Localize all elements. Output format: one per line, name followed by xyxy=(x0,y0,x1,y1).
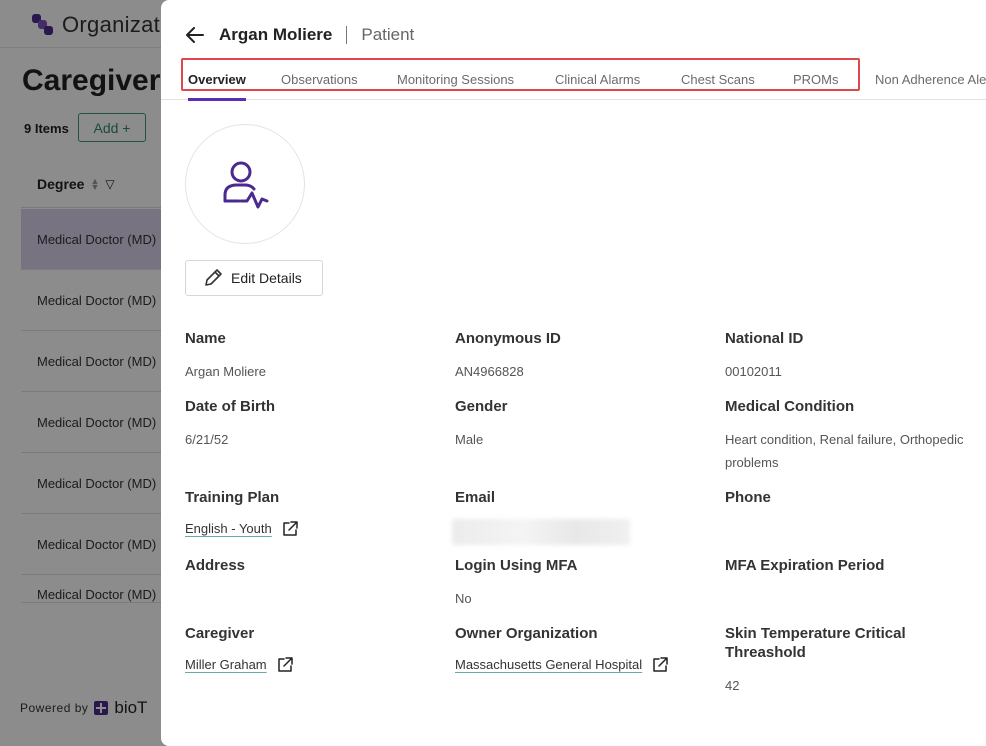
caregiver-link[interactable]: Miller Graham xyxy=(185,655,267,674)
field-training-plan: Training Plan English - Youth xyxy=(185,488,445,538)
patient-drawer: Argan Moliere Patient Overview Observati… xyxy=(161,0,986,746)
edit-details-button[interactable]: Edit Details xyxy=(185,260,323,296)
field-link: English - Youth xyxy=(185,519,445,538)
field-value: No xyxy=(455,591,472,606)
tab-overview[interactable]: Overview xyxy=(188,58,246,101)
tab-bar: Overview Observations Monitoring Session… xyxy=(161,58,986,101)
tab-proms[interactable]: PROMs xyxy=(793,58,839,100)
field-link: Massachusetts General Hospital xyxy=(455,655,715,674)
field-phone: Phone xyxy=(725,488,985,507)
field-value: Heart condition, Renal failure, Orthoped… xyxy=(725,432,964,470)
field-label: Login Using MFA xyxy=(455,557,578,574)
field-address: Address xyxy=(185,556,445,575)
field-label: Gender xyxy=(455,398,508,415)
field-label: Caregiver xyxy=(185,625,255,642)
field-value: AN4966828 xyxy=(455,364,524,379)
external-link-icon[interactable] xyxy=(277,656,293,673)
field-value: Male xyxy=(455,432,484,447)
field-label: Address xyxy=(185,557,246,574)
field-gender: Gender Male xyxy=(455,397,715,451)
header-divider xyxy=(346,26,348,44)
field-owner-organization: Owner Organization Massachusetts General… xyxy=(455,624,715,674)
patient-name: Argan Moliere xyxy=(219,25,333,44)
tab-clinical-alarms[interactable]: Clinical Alarms xyxy=(555,58,640,100)
owner-organization-link[interactable]: Massachusetts General Hospital xyxy=(455,655,642,674)
field-label: Date of Birth xyxy=(185,398,275,415)
field-value: 6/21/52 xyxy=(185,432,229,447)
field-label: MFA Expiration Period xyxy=(725,557,885,574)
field-mfa-expiration: MFA Expiration Period xyxy=(725,556,985,575)
field-link: Miller Graham xyxy=(185,655,445,674)
field-skin-temp-threshold: Skin Temperature Critical Threashold 42 xyxy=(725,624,965,697)
pencil-icon xyxy=(205,269,222,286)
field-value: Argan Moliere xyxy=(185,364,266,379)
field-name: Name Argan Moliere xyxy=(185,329,445,383)
field-label: Skin Temperature Critical Threashold xyxy=(725,625,906,661)
patient-monitor-icon xyxy=(223,161,269,209)
field-national-id: National ID 00102011 xyxy=(725,329,985,383)
field-login-mfa: Login Using MFA No xyxy=(455,556,715,610)
field-value: 00102011 xyxy=(725,364,782,379)
patient-avatar xyxy=(185,124,305,244)
external-link-icon[interactable] xyxy=(652,656,668,673)
entity-type: Patient xyxy=(361,25,415,44)
field-label: Email xyxy=(455,489,496,506)
field-caregiver: Caregiver Miller Graham xyxy=(185,624,445,674)
external-link-icon[interactable] xyxy=(282,520,298,537)
field-label: Owner Organization xyxy=(455,625,598,642)
field-label: Phone xyxy=(725,489,771,506)
field-label: Name xyxy=(185,330,226,347)
field-label: National ID xyxy=(725,330,804,347)
email-redacted-value xyxy=(452,519,630,545)
tab-non-adherence-alerts[interactable]: Non Adherence Ale xyxy=(875,58,986,100)
field-date-of-birth: Date of Birth 6/21/52 xyxy=(185,397,445,451)
back-arrow-icon[interactable] xyxy=(185,25,205,45)
field-value: 42 xyxy=(725,678,740,693)
field-anonymous-id: Anonymous ID AN4966828 xyxy=(455,329,715,383)
field-label: Medical Condition xyxy=(725,398,855,415)
edit-details-label: Edit Details xyxy=(231,270,302,286)
field-email: Email xyxy=(452,488,715,545)
tab-monitoring-sessions[interactable]: Monitoring Sessions xyxy=(397,58,514,100)
tab-chest-scans[interactable]: Chest Scans xyxy=(681,58,755,100)
training-plan-link[interactable]: English - Youth xyxy=(185,519,272,538)
drawer-header: Argan Moliere Patient xyxy=(185,22,414,48)
field-medical-condition: Medical Condition Heart condition, Renal… xyxy=(725,397,980,474)
field-label: Anonymous ID xyxy=(455,330,561,347)
tab-observations[interactable]: Observations xyxy=(281,58,358,100)
field-label: Training Plan xyxy=(185,489,280,506)
